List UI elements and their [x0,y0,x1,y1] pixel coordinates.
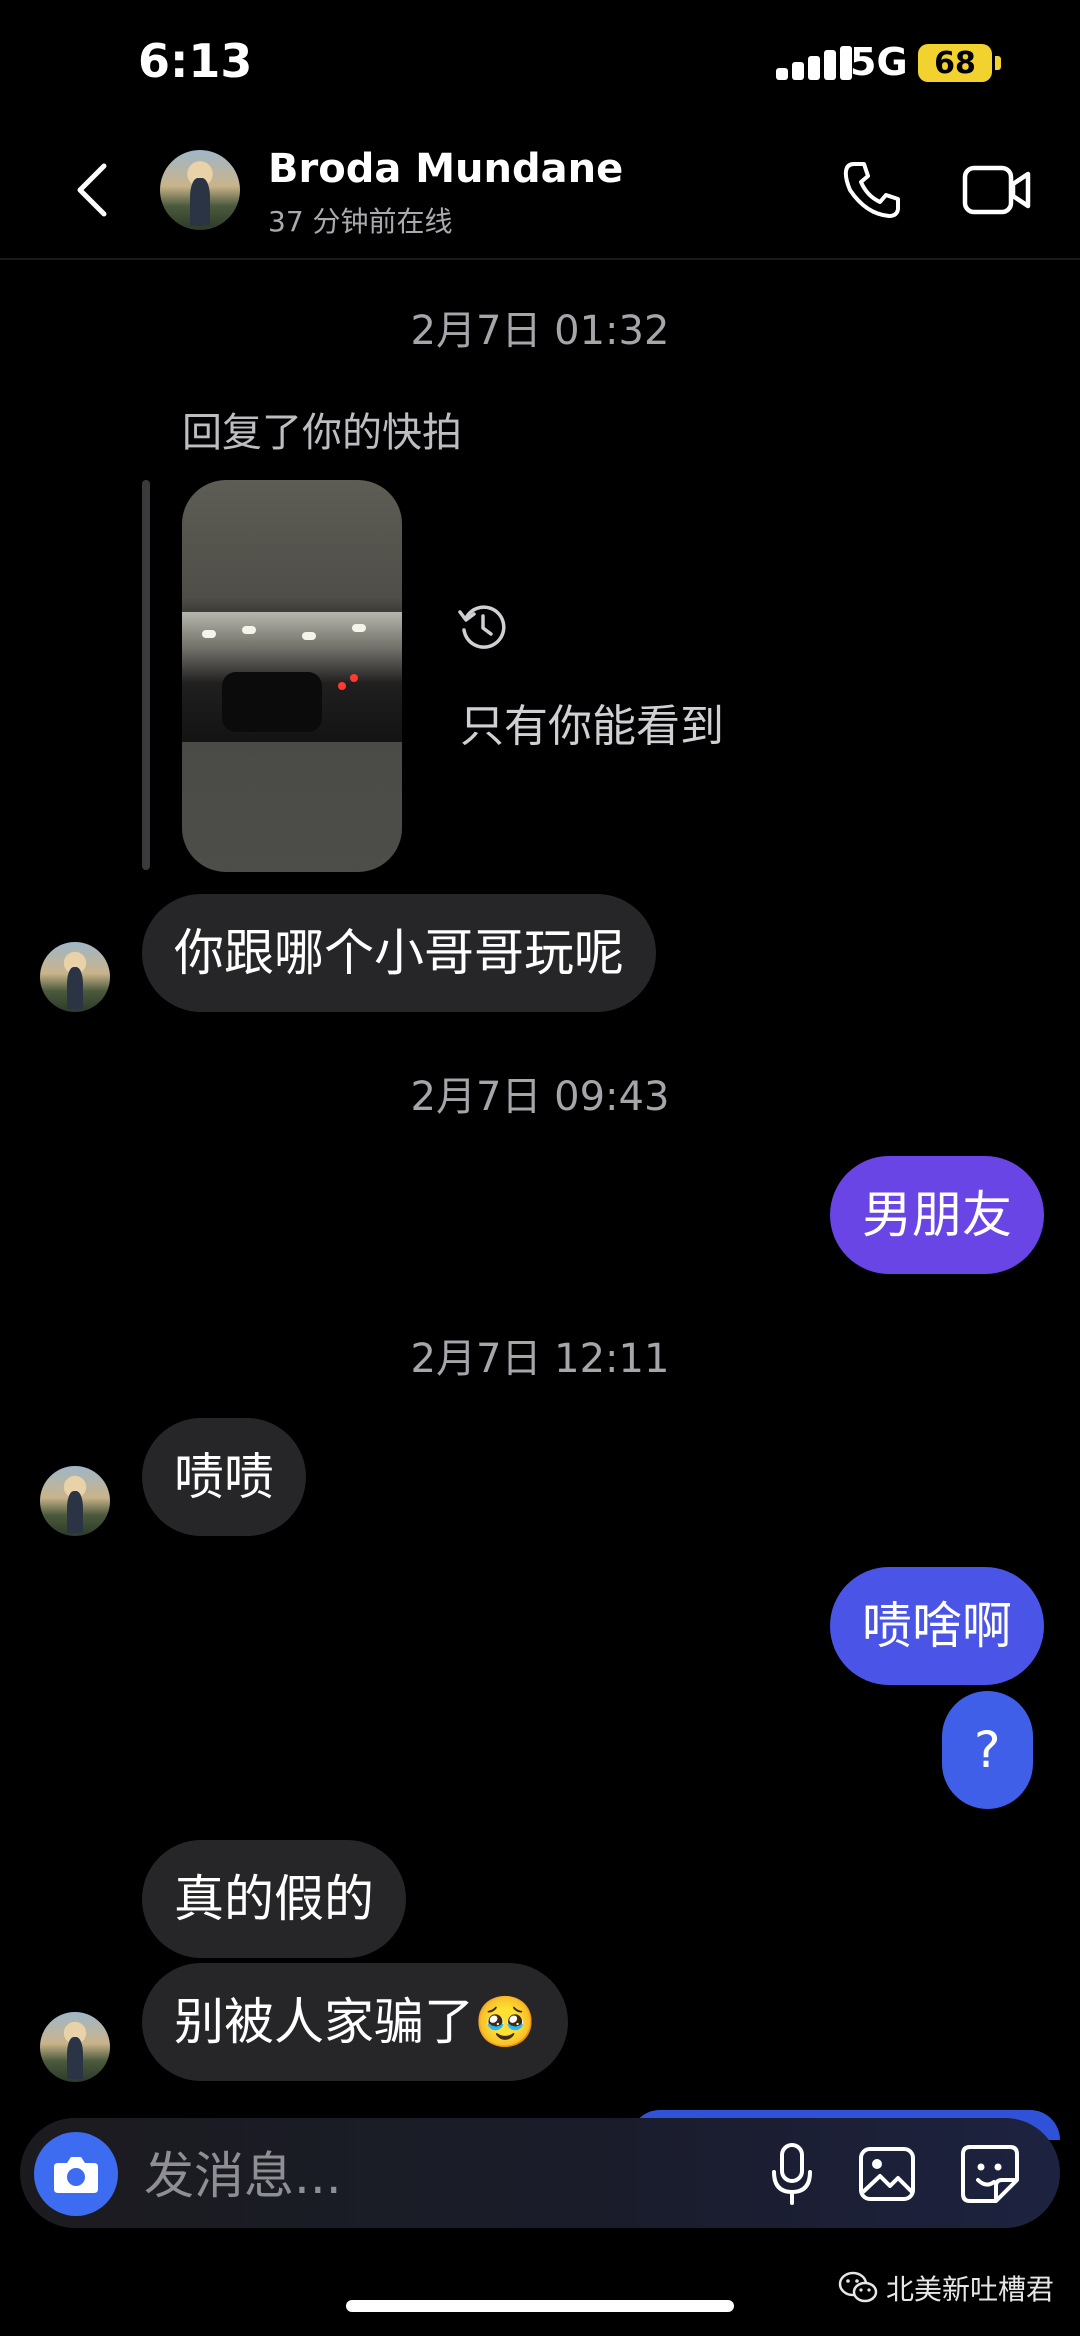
microphone-icon[interactable] [770,2142,814,2206]
camera-button[interactable] [34,2132,118,2216]
sender-avatar[interactable] [40,942,110,1012]
timestamp: 2月7日 09:43 [410,1074,670,1120]
reply-indicator-line [142,480,150,870]
message-bubble-outgoing[interactable]: ? [942,1691,1033,1809]
watermark-text: 北美新吐槽君 [886,2273,1055,2306]
message-bubble-outgoing[interactable]: 啧啥啊 [830,1567,1044,1685]
timestamp: 2月7日 01:32 [410,308,670,354]
message-bubble-outgoing[interactable]: 男朋友 [830,1156,1044,1274]
message-bubble-incoming[interactable]: 真的假的 [142,1840,406,1958]
network-label: 5G [850,40,908,84]
status-time: 6:13 [138,34,253,88]
visibility-note: 只有你能看到 [460,701,724,752]
message-bubble-incoming[interactable]: 别被人家骗了🥹 [142,1963,569,2081]
home-indicator[interactable] [346,2300,734,2312]
story-reply-label: 回复了你的快拍 [182,410,462,456]
watermark: 北美新吐槽君 [838,2268,1054,2308]
contact-last-seen: 37 分钟前在线 [268,205,453,238]
story-image [182,612,402,742]
message-input[interactable] [142,2140,666,2212]
message-bubble-incoming[interactable]: 啧啧 [142,1418,306,1536]
wechat-icon [838,2271,878,2303]
sender-avatar[interactable] [40,2012,110,2082]
back-chevron-icon[interactable] [72,160,112,220]
contact-avatar[interactable] [160,150,240,230]
video-call-icon[interactable] [962,160,1032,220]
message-bubble-incoming[interactable]: 你跟哪个小哥哥玩呢 [142,894,656,1012]
history-icon [458,605,506,649]
phone-icon[interactable] [840,158,904,222]
battery-tip [995,56,1001,70]
timestamp: 2月7日 12:11 [410,1336,670,1382]
camera-icon [54,2157,98,2193]
sender-avatar[interactable] [40,1466,110,1536]
contact-name[interactable]: Broda Mundane [268,146,623,192]
sticker-icon[interactable] [960,2144,1020,2204]
battery-indicator: 68 [918,44,992,82]
story-thumbnail[interactable] [182,480,402,872]
gallery-icon[interactable] [858,2146,916,2202]
header-divider [0,258,1080,260]
